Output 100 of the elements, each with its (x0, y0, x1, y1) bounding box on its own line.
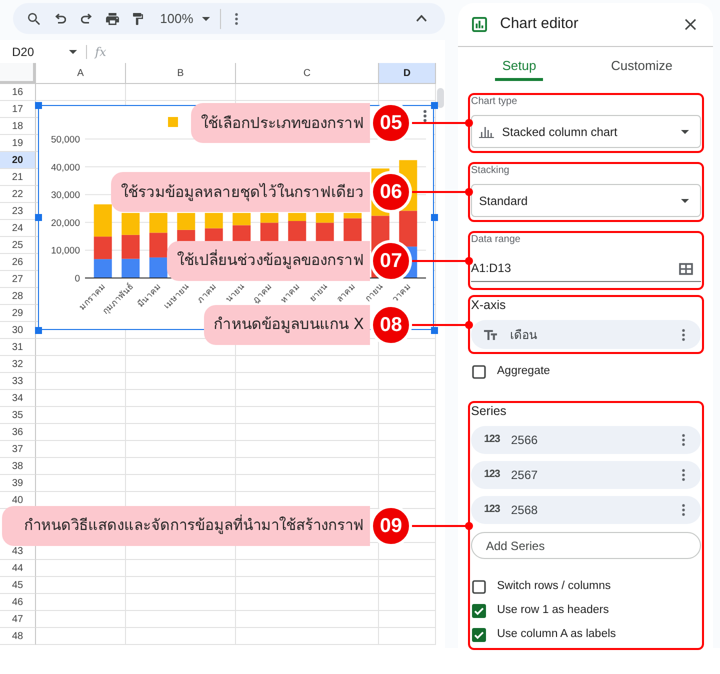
name-box[interactable]: D20 (12, 42, 77, 60)
callout-tooltip: ใช้เปลี่ยนช่วงข้อมูลของกราฟ (167, 240, 370, 280)
series-chip[interactable]: 123 2567 (471, 461, 701, 489)
row-header[interactable]: 30 (0, 322, 36, 339)
column-header[interactable]: D (379, 63, 436, 84)
tab[interactable]: Setup (495, 47, 544, 81)
function-label: fx (95, 44, 106, 60)
tab[interactable]: Customize (604, 47, 680, 81)
row-header[interactable]: 19 (0, 135, 36, 152)
field-label: Data range (471, 234, 520, 246)
bar-chart-icon (479, 126, 494, 138)
row-header[interactable]: 38 (0, 458, 36, 475)
redo-icon[interactable] (80, 13, 92, 24)
search-icon[interactable] (28, 12, 40, 24)
row-header[interactable]: 25 (0, 237, 36, 254)
row-header[interactable]: 31 (0, 339, 36, 356)
axis-label: 10,000 (50, 246, 80, 257)
number-type-label: 123 (484, 432, 500, 448)
axis-label: 0 (74, 274, 80, 284)
bar-segment (122, 212, 140, 235)
callout-tooltip: ใช้รวมข้อมูลหลายชุดไว้ในกราฟเดียว (111, 172, 370, 212)
print-icon[interactable] (106, 12, 118, 24)
bar-segment (399, 210, 418, 247)
caret-icon (681, 130, 689, 134)
callout-tooltip: ใช้เลือกประเภทของกราฟ (191, 103, 370, 143)
checkbox[interactable] (472, 604, 486, 618)
row-header[interactable]: 48 (0, 628, 36, 645)
bar-segment (94, 259, 112, 278)
section-heading: X-axis (471, 298, 506, 313)
more-icon[interactable] (682, 504, 685, 516)
number-type-label: 123 (484, 502, 500, 518)
row-header[interactable]: 32 (0, 356, 36, 373)
field-label: Stacking (471, 165, 510, 177)
row-header[interactable]: 22 (0, 186, 36, 203)
checkbox-label: Use column A as labels (497, 627, 616, 642)
add-series-button[interactable]: Add Series (471, 532, 701, 559)
more-icon[interactable] (235, 12, 238, 24)
bar-segment (149, 232, 168, 258)
more-icon[interactable] (682, 328, 685, 340)
scrollbar-thumb[interactable] (437, 88, 444, 108)
checkbox-label: Aggregate (497, 364, 550, 380)
row-header[interactable]: 24 (0, 220, 36, 237)
checkbox[interactable] (472, 580, 486, 594)
caret-icon (681, 198, 689, 202)
grid-icon[interactable] (679, 262, 693, 274)
bar-segment (149, 212, 168, 233)
row-header[interactable]: 35 (0, 407, 36, 424)
series-chip[interactable]: 123 2568 (471, 496, 701, 524)
caret-icon (202, 16, 210, 20)
column-header[interactable]: A (36, 63, 126, 84)
row-header[interactable]: 39 (0, 475, 36, 492)
checkbox[interactable] (472, 365, 486, 379)
row-header[interactable]: 26 (0, 254, 36, 271)
undo-icon[interactable] (54, 13, 66, 24)
row-header[interactable]: 23 (0, 203, 36, 220)
panel-title: Chart editor (500, 14, 578, 34)
row-header[interactable]: 16 (0, 84, 36, 101)
row-header[interactable]: 34 (0, 390, 36, 407)
row-header[interactable]: 21 (0, 169, 36, 186)
row-header[interactable]: 18 (0, 118, 36, 135)
caret-icon (69, 50, 77, 54)
bar-segment (122, 234, 140, 259)
chart-type-dropdown[interactable]: Stacked column chart (471, 115, 701, 148)
column-header[interactable]: B (126, 63, 236, 84)
dropdown[interactable]: Standard (471, 184, 701, 217)
row-header[interactable]: 17 (0, 101, 36, 118)
axis-label: 30,000 (50, 190, 80, 202)
collapse-icon[interactable] (416, 15, 427, 22)
row-header[interactable]: 46 (0, 594, 36, 611)
axis-chip[interactable]: เดือน (471, 320, 701, 349)
callout-tooltip: กำหนดวิธีแสดงและจัดการข้อมูลที่นำมาใช้สร้างกราฟ (2, 506, 370, 546)
zoom-dropdown[interactable]: 100% (151, 6, 210, 30)
chart-icon (472, 17, 487, 32)
more-icon[interactable] (424, 110, 426, 122)
checkbox-label: Switch rows / columns (497, 579, 611, 594)
row-header[interactable]: 37 (0, 441, 36, 458)
range-field[interactable]: A1:D13 (471, 261, 701, 282)
row-header[interactable]: 44 (0, 560, 36, 577)
row-header[interactable]: 29 (0, 305, 36, 322)
row-header[interactable]: 27 (0, 271, 36, 288)
more-icon[interactable] (682, 469, 685, 481)
checkbox[interactable] (472, 628, 486, 642)
row-header[interactable]: 36 (0, 424, 36, 441)
axis-label: 40,000 (50, 162, 80, 174)
callout-tooltip: กำหนดข้อมูลบนแกน X (204, 304, 370, 344)
section-heading: Series (471, 404, 506, 419)
field-label: Chart type (471, 96, 518, 108)
row-header[interactable]: 28 (0, 288, 36, 305)
row-header[interactable]: 20 (0, 152, 36, 169)
column-header[interactable]: C (236, 63, 379, 84)
paint-roller-icon[interactable] (133, 12, 143, 24)
axis-label: 20,000 (50, 218, 80, 229)
close-icon[interactable] (685, 19, 696, 30)
bar-segment (149, 257, 168, 278)
row-header[interactable]: 45 (0, 577, 36, 594)
checkbox-label: Use row 1 as headers (497, 603, 609, 618)
row-header[interactable]: 33 (0, 373, 36, 390)
row-header[interactable]: 47 (0, 611, 36, 628)
more-icon[interactable] (682, 434, 685, 446)
series-chip[interactable]: 123 2566 (471, 426, 701, 454)
